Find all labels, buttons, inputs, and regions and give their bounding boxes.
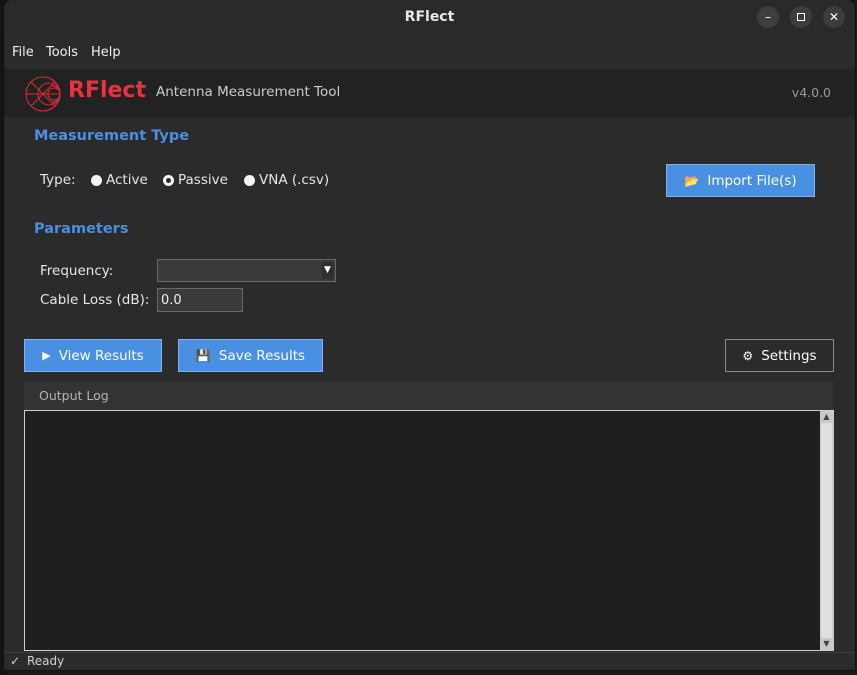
import-files-label: Import File(s) [707,172,797,189]
output-log-scrollbar[interactable]: ▲ ▼ [820,411,833,650]
smith-chart-logo-icon [25,76,61,112]
app-header: RFlect Antenna Measurement Tool v4.0.0 [4,69,855,117]
output-log-textarea[interactable]: ▲ ▼ [24,410,834,651]
radio-active[interactable] [91,175,102,186]
save-results-label: Save Results [218,347,306,364]
minimize-button[interactable]: – [757,6,779,28]
parameters-heading: Parameters [34,221,129,237]
menu-help[interactable]: Help [91,40,121,66]
minimize-icon: – [765,10,771,24]
settings-label: Settings [761,347,817,364]
checkmark-icon: ✓ [10,654,21,668]
app-version: v4.0.0 [791,85,831,100]
radio-vna[interactable] [244,175,255,186]
import-files-button[interactable]: 📂 Import File(s) [666,164,815,197]
status-text: Ready [27,654,65,668]
output-log-header: Output Log [24,382,833,410]
close-icon: ✕ [828,10,840,24]
maximize-button[interactable] [790,6,812,28]
radio-passive[interactable] [163,175,174,186]
scrollbar-thumb[interactable] [821,423,832,638]
close-button[interactable]: ✕ [823,6,845,28]
type-label: Type: [40,172,76,188]
app-brand: RFlect [68,78,146,103]
menu-tools[interactable]: Tools [46,40,78,66]
floppy-disk-icon: 💾 [195,348,211,363]
frequency-label: Frequency: [40,263,114,279]
menu-file[interactable]: File [12,40,34,66]
cable-loss-label: Cable Loss (dB): [40,292,150,308]
radio-active-label[interactable]: Active [106,172,148,188]
view-results-label: View Results [58,347,144,364]
app-window: RFlect – ✕ File Tools Help RFlect Antenn… [4,0,855,670]
play-icon: ▶ [42,349,51,362]
frequency-select[interactable]: ▼ [157,259,336,282]
folder-open-icon: 📂 [684,173,700,188]
scroll-up-icon[interactable]: ▲ [820,411,833,423]
save-results-button[interactable]: 💾 Save Results [178,339,323,372]
scroll-down-icon[interactable]: ▼ [820,638,833,650]
status-bar: ✓ Ready [4,652,855,670]
app-tagline: Antenna Measurement Tool [156,84,341,100]
output-log-title: Output Log [39,388,109,403]
window-title: RFlect [404,9,455,25]
maximize-icon [797,12,805,21]
radio-vna-label[interactable]: VNA (.csv) [259,172,329,188]
measurement-type-heading: Measurement Type [34,128,190,144]
title-bar[interactable]: RFlect – ✕ [4,0,855,35]
gear-icon: ⚙ [742,348,754,363]
menu-bar: File Tools Help [4,40,855,66]
chevron-down-icon[interactable]: ▼ [322,262,333,279]
cable-loss-input[interactable]: 0.0 [157,288,243,312]
radio-passive-label[interactable]: Passive [178,172,228,188]
view-results-button[interactable]: ▶ View Results [24,339,162,372]
settings-button[interactable]: ⚙ Settings [725,339,834,372]
